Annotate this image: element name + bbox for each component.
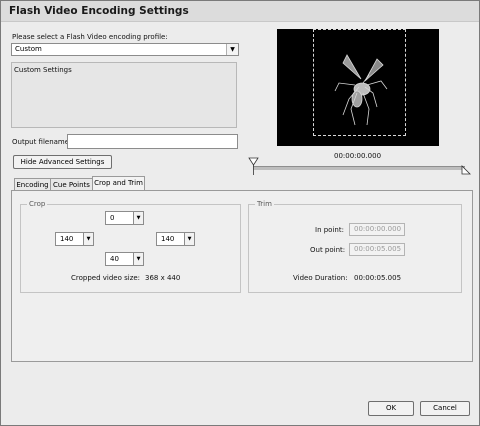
- out-point-label: Out point:: [310, 246, 346, 254]
- custom-settings-title: Custom Settings: [14, 66, 72, 74]
- output-filename-label: Output filename:: [12, 138, 72, 146]
- video-preview: [277, 29, 439, 146]
- video-duration-value: 00:00:05.005: [354, 274, 402, 282]
- out-marker-icon[interactable]: [460, 164, 472, 176]
- crop-top-value: 0: [110, 214, 115, 222]
- profile-select-value: Custom: [15, 45, 42, 53]
- out-point-field[interactable]: 00:00:05.005: [349, 243, 405, 256]
- dialog-window: Flash Video Encoding Settings Please sel…: [0, 0, 480, 426]
- trim-legend: Trim: [255, 200, 274, 208]
- crop-top-dropdown-icon[interactable]: ▼: [133, 211, 144, 225]
- crop-trim-panel: Crop 0 ▼ 140 ▼ 140 ▼ 40 ▼ Cropped video …: [11, 190, 473, 362]
- crop-bottom-dropdown-icon[interactable]: ▼: [133, 252, 144, 266]
- cropped-size-label: Cropped video size:: [71, 274, 141, 282]
- crop-left-field[interactable]: 140 ▼: [55, 232, 94, 246]
- crop-group: Crop 0 ▼ 140 ▼ 140 ▼ 40 ▼ Cropped video …: [20, 200, 241, 293]
- cancel-button[interactable]: Cancel: [420, 401, 470, 416]
- crop-left-value: 140: [60, 235, 74, 243]
- custom-settings-box: Custom Settings: [11, 62, 237, 128]
- in-point-label: In point:: [315, 226, 344, 234]
- trim-group: Trim In point: 00:00:00.000 Out point: 0…: [248, 200, 462, 293]
- video-duration-label: Video Duration:: [293, 274, 348, 282]
- crop-bottom-field[interactable]: 40 ▼: [105, 252, 144, 266]
- in-point-value: 00:00:00.000: [354, 225, 402, 233]
- crop-right-value: 140: [161, 235, 175, 243]
- window-title: Flash Video Encoding Settings: [9, 5, 189, 17]
- crop-bottom-value: 40: [110, 255, 119, 263]
- triangle-marker-icon[interactable]: [248, 157, 260, 177]
- output-filename-field[interactable]: [67, 134, 238, 149]
- trim-slider-track[interactable]: [253, 166, 465, 170]
- crop-right-field[interactable]: 140 ▼: [156, 232, 195, 246]
- hide-advanced-settings-button[interactable]: Hide Advanced Settings: [13, 155, 112, 169]
- crop-left-dropdown-icon[interactable]: ▼: [83, 232, 94, 246]
- in-point-field[interactable]: 00:00:00.000: [349, 223, 405, 236]
- crop-legend: Crop: [27, 200, 48, 208]
- title-bar: Flash Video Encoding Settings: [1, 1, 479, 22]
- preview-timecode: 00:00:00.000: [334, 152, 382, 160]
- mosquito-image: [334, 54, 388, 126]
- ok-button[interactable]: OK: [368, 401, 414, 416]
- out-point-value: 00:00:05.005: [354, 245, 402, 253]
- crop-top-field[interactable]: 0 ▼: [105, 211, 144, 225]
- cropped-size-value: 368 x 440: [145, 274, 181, 282]
- chevron-down-icon[interactable]: ▼: [226, 44, 238, 55]
- profile-select[interactable]: Custom ▼: [11, 43, 239, 56]
- profile-prompt: Please select a Flash Video encoding pro…: [12, 33, 168, 41]
- crop-right-dropdown-icon[interactable]: ▼: [184, 232, 195, 246]
